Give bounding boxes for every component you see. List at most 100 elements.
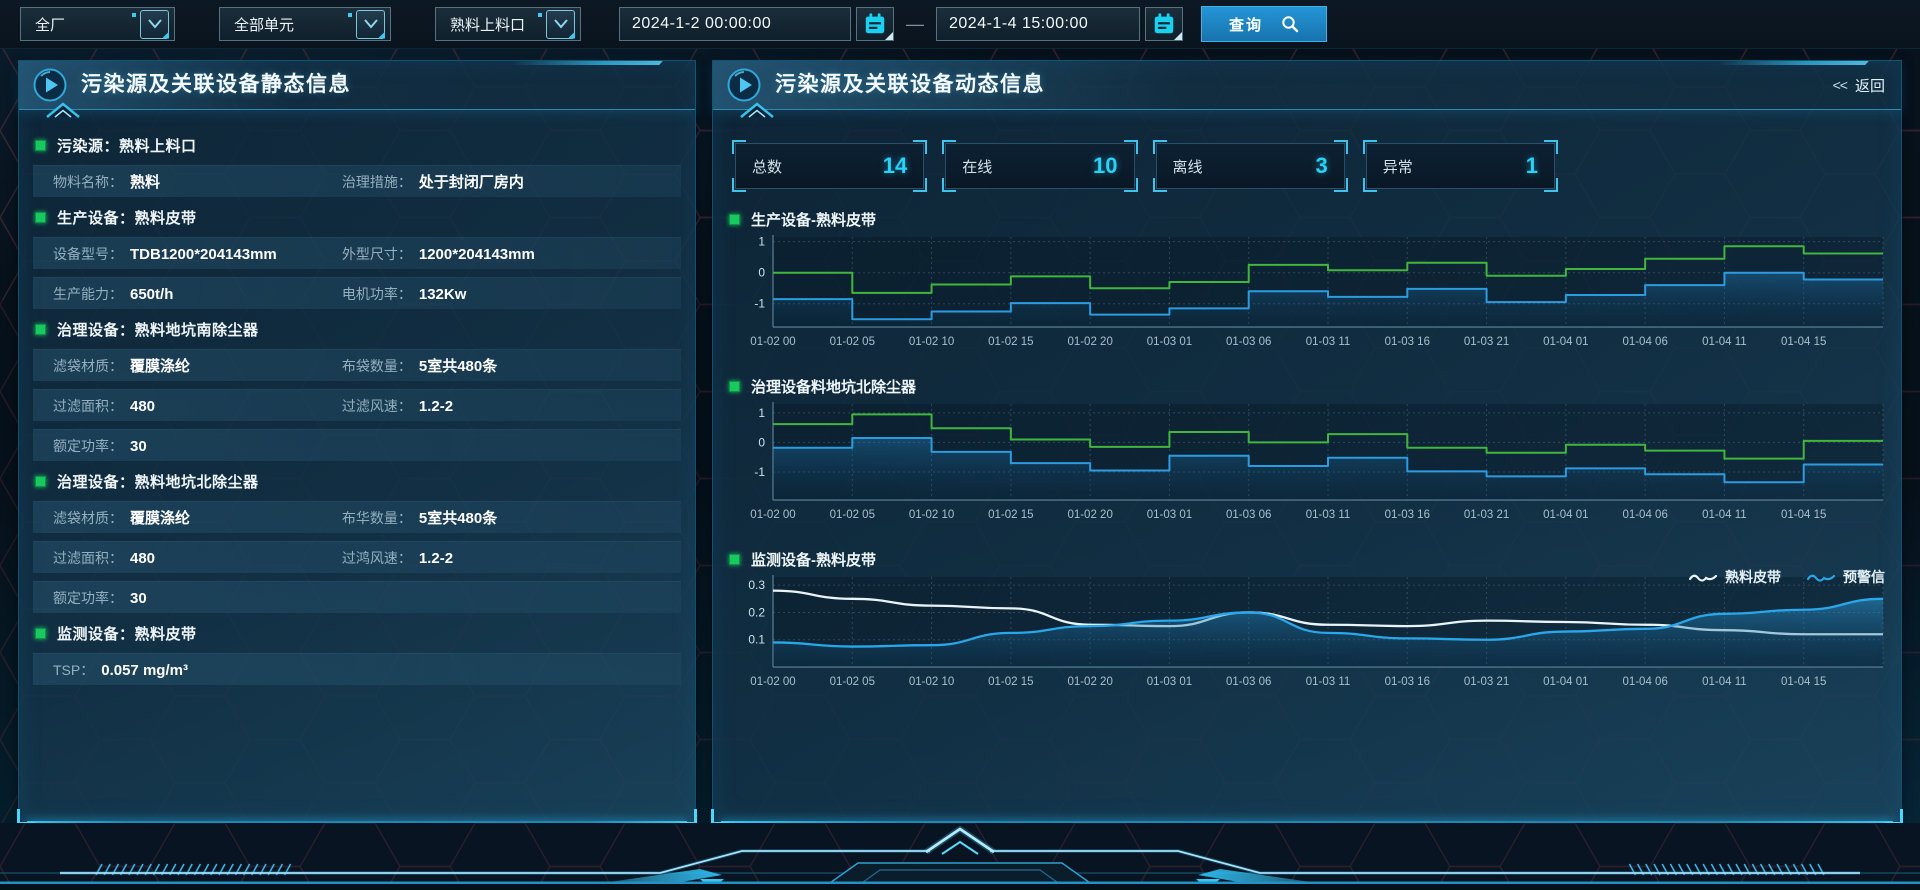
svg-text:01-04 15: 01-04 15	[1781, 509, 1826, 521]
info-cell: 滤袋材质：覆膜涤纶	[53, 507, 342, 528]
chevron-down-icon	[356, 10, 385, 39]
stat-online-label: 在线	[962, 156, 992, 177]
svg-text:01-04 01: 01-04 01	[1543, 336, 1588, 348]
info-cell: 额定功率：30	[53, 436, 342, 456]
section-header: 治理设备：熟料地坑南除尘器	[35, 317, 681, 342]
date-from-input[interactable]: 2024-1-2 00:00:00	[619, 7, 851, 41]
svg-text:01-04 06: 01-04 06	[1622, 509, 1667, 521]
legend-item-warning[interactable]: 预警信	[1807, 567, 1885, 587]
info-label: 滤袋材质：	[53, 356, 123, 376]
info-row: 设备型号：TDB1200*204143mm外型尺寸：1200*204143mm	[33, 237, 681, 269]
info-value: 熟料	[130, 171, 160, 192]
header-notch-decoration	[509, 61, 663, 65]
green-square-bullet	[35, 212, 46, 223]
chart-area: 10-101-02 0001-02 0501-02 1001-02 1501-0…	[729, 398, 1887, 529]
svg-text:01-03 11: 01-03 11	[1306, 336, 1351, 348]
info-label: 电机功率：	[342, 284, 412, 304]
legend-label: 熟料皮带	[1725, 567, 1781, 587]
legend-label: 预警信	[1843, 567, 1885, 587]
chart-area: 10-101-02 0001-02 0501-02 1001-02 1501-0…	[729, 231, 1887, 356]
chart-monitor-device: 监测设备-熟料皮带 熟料皮带 预警信 0.30.20.101-02 0001-0…	[729, 547, 1887, 696]
svg-text:0.2: 0.2	[748, 605, 765, 619]
query-button-label: 查询	[1229, 14, 1263, 35]
svg-text:01-03 01: 01-03 01	[1147, 336, 1192, 348]
info-cell: 过鸿风速：1.2-2	[342, 548, 681, 568]
green-square-bullet	[35, 324, 46, 335]
svg-text:01-02 05: 01-02 05	[830, 336, 875, 348]
info-value: 5室共480条	[419, 507, 497, 528]
svg-text:01-02 05: 01-02 05	[830, 676, 875, 688]
chevron-up-decoration	[737, 101, 777, 119]
info-row: 过滤面积：480过鸿风速：1.2-2	[33, 541, 681, 573]
svg-text:01-02 10: 01-02 10	[909, 336, 954, 348]
info-row: 滤袋材质：覆膜涤纶布华数量： 5室共480条	[33, 501, 681, 533]
chart-area: 0.30.20.101-02 0001-02 0501-02 1001-02 1…	[729, 571, 1887, 696]
svg-text:0: 0	[758, 266, 765, 280]
legend-item-material-belt[interactable]: 熟料皮带	[1689, 567, 1781, 587]
info-cell: 布华数量： 5室共480条	[342, 507, 681, 528]
info-label: 物料名称：	[53, 172, 123, 192]
info-cell: 生产能力：650t/h	[53, 284, 342, 304]
info-value: 30	[130, 438, 147, 455]
stat-offline-label: 离线	[1173, 156, 1203, 177]
stat-offline: 离线 3	[1156, 143, 1345, 189]
section-header-text: 生产设备：熟料皮带	[57, 207, 197, 228]
dropdown-unit[interactable]: 全部单元	[219, 7, 391, 41]
search-icon	[1281, 15, 1299, 33]
section-header: 治理设备：熟料地坑北除尘器	[35, 469, 681, 494]
calendar-icon[interactable]	[856, 7, 894, 41]
svg-text:1: 1	[758, 235, 765, 249]
date-to-input[interactable]: 2024-1-4 15:00:00	[936, 7, 1140, 41]
info-label: 布华数量：	[342, 508, 412, 528]
topbar: 全厂 全部单元 熟料上料口 2024-1-2 00:00:00 — 2024-1…	[0, 0, 1920, 49]
svg-text:01-03 06: 01-03 06	[1226, 336, 1271, 348]
green-square-bullet	[729, 214, 740, 225]
svg-text:01-03 16: 01-03 16	[1385, 676, 1430, 688]
green-square-bullet	[729, 381, 740, 392]
info-label: 布袋数量：	[342, 356, 412, 376]
info-label: 设备型号：	[53, 244, 123, 264]
info-value: 480	[130, 398, 155, 415]
chart-legend: 熟料皮带 预警信	[1689, 567, 1885, 587]
svg-text:01-04 11: 01-04 11	[1702, 676, 1747, 688]
wavy-line-icon	[1689, 571, 1717, 583]
info-cell: 设备型号：TDB1200*204143mm	[53, 244, 342, 264]
svg-text:01-03 16: 01-03 16	[1385, 509, 1430, 521]
info-cell: 过滤面积：480	[53, 548, 342, 568]
calendar-icon[interactable]	[1145, 7, 1183, 41]
svg-text:01-03 11: 01-03 11	[1306, 509, 1351, 521]
back-button[interactable]: << 返回	[1833, 61, 1885, 109]
query-button[interactable]: 查询	[1201, 6, 1327, 42]
svg-text:01-02 00: 01-02 00	[750, 676, 795, 688]
dropdown-source[interactable]: 熟料上料口	[435, 7, 581, 41]
info-label: 生产能力：	[53, 284, 123, 304]
svg-text:01-02 15: 01-02 15	[988, 336, 1033, 348]
info-label: TSP：	[53, 660, 94, 680]
svg-text:01-03 01: 01-03 01	[1147, 509, 1192, 521]
dropdown-plant-label: 全厂	[35, 14, 65, 35]
info-value: 1200*204143mm	[419, 246, 535, 263]
svg-text:01-02 20: 01-02 20	[1067, 509, 1112, 521]
svg-text:01-03 21: 01-03 21	[1464, 336, 1509, 348]
play-icon	[727, 68, 761, 102]
info-value: 覆膜涤纶	[130, 355, 190, 376]
info-cell: 布袋数量：5室共480条	[342, 355, 681, 376]
dynamic-info-title: 污染源及关联设备动态信息	[775, 61, 1045, 109]
green-square-bullet	[729, 554, 740, 565]
section-header-text: 监测设备：熟料皮带	[57, 623, 197, 644]
info-row: 滤袋材质： 覆膜涤纶 布袋数量：5室共480条	[33, 349, 681, 381]
chart-title-row: 生产设备-熟料皮带	[729, 207, 1887, 231]
svg-text:01-03 21: 01-03 21	[1464, 676, 1509, 688]
info-label: 过滤风速：	[342, 396, 412, 416]
info-row: 额定功率：30	[33, 581, 681, 613]
back-button-label: 返回	[1855, 75, 1885, 96]
info-label: 滤袋材质：	[53, 508, 123, 528]
stat-total-value: 14	[883, 153, 907, 179]
svg-text:01-04 06: 01-04 06	[1622, 336, 1667, 348]
info-cell: 外型尺寸：1200*204143mm	[342, 244, 681, 264]
dropdown-plant[interactable]: 全厂	[20, 7, 175, 41]
double-chevron-left-icon: <<	[1833, 77, 1847, 93]
info-row: TSP：0.057 mg/m³	[33, 653, 681, 685]
svg-text:01-02 15: 01-02 15	[988, 676, 1033, 688]
info-cell: TSP：0.057 mg/m³	[53, 660, 342, 680]
